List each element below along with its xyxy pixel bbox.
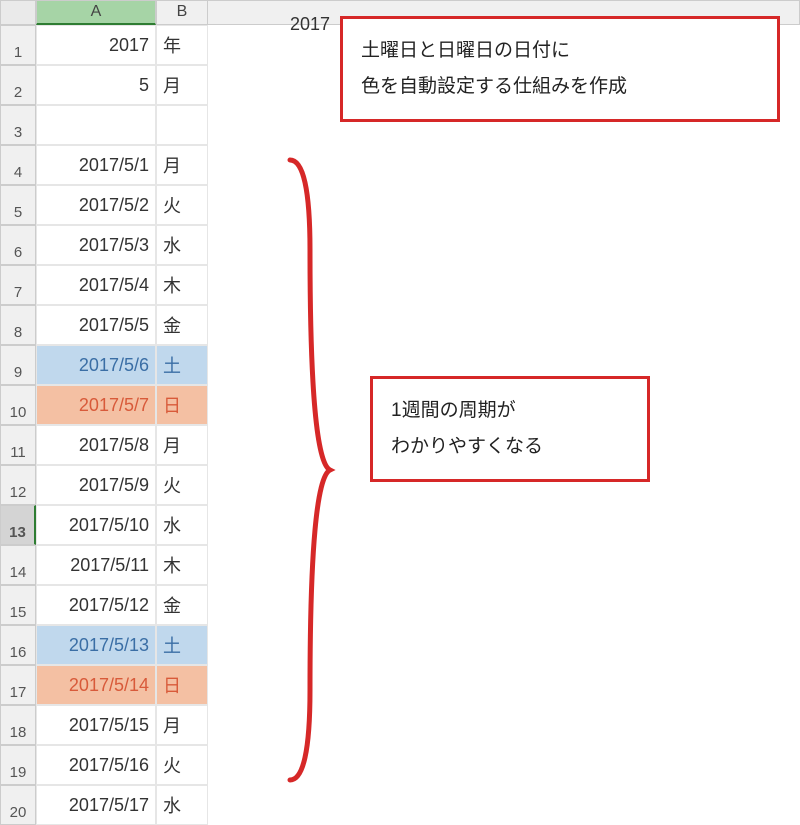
cell-b-20[interactable]: 水	[156, 785, 208, 825]
cell-b-18[interactable]: 月	[156, 705, 208, 745]
cell-a-6[interactable]: 2017/5/3	[36, 225, 156, 265]
row-header-7[interactable]: 7	[0, 265, 36, 305]
cell-rest-5[interactable]	[208, 185, 800, 225]
cell-b-3[interactable]	[156, 105, 208, 145]
cell-rest-8[interactable]	[208, 305, 800, 345]
cell-a-18[interactable]: 2017/5/15	[36, 705, 156, 745]
annotation-1-line-1: 土曜日と日曜日の日付に	[361, 33, 759, 69]
cell-b-6[interactable]: 水	[156, 225, 208, 265]
cell-rest-18[interactable]	[208, 705, 800, 745]
row-header-18[interactable]: 18	[0, 705, 36, 745]
cell-b-12[interactable]: 火	[156, 465, 208, 505]
cell-a-3[interactable]	[36, 105, 156, 145]
cell-a-17[interactable]: 2017/5/14	[36, 665, 156, 705]
row-header-17[interactable]: 17	[0, 665, 36, 705]
cell-b-16[interactable]: 土	[156, 625, 208, 665]
cell-b-14[interactable]: 木	[156, 545, 208, 585]
row-header-20[interactable]: 20	[0, 785, 36, 825]
row-header-10[interactable]: 10	[0, 385, 36, 425]
annotation-box-2: 1週間の周期が わかりやすくなる	[370, 376, 650, 482]
cell-a-15[interactable]: 2017/5/12	[36, 585, 156, 625]
cell-b-13[interactable]: 水	[156, 505, 208, 545]
cell-rest-4[interactable]	[208, 145, 800, 185]
cell-rest-19[interactable]	[208, 745, 800, 785]
col-header-b[interactable]: B	[156, 0, 208, 25]
cell-a-19[interactable]: 2017/5/16	[36, 745, 156, 785]
cell-b-11[interactable]: 月	[156, 425, 208, 465]
annotation-box-1: 土曜日と日曜日の日付に 色を自動設定する仕組みを作成	[340, 16, 780, 122]
row-header-1[interactable]: 1	[0, 25, 36, 65]
cell-rest-16[interactable]	[208, 625, 800, 665]
cell-rest-6[interactable]	[208, 225, 800, 265]
row-header-12[interactable]: 12	[0, 465, 36, 505]
row-header-13[interactable]: 13	[0, 505, 36, 545]
row-header-3[interactable]: 3	[0, 105, 36, 145]
cell-a-20[interactable]: 2017/5/17	[36, 785, 156, 825]
row-header-11[interactable]: 11	[0, 425, 36, 465]
row-header-16[interactable]: 16	[0, 625, 36, 665]
annotation-2-line-1: 1週間の周期が	[391, 393, 629, 429]
cell-a-14[interactable]: 2017/5/11	[36, 545, 156, 585]
cell-a-4[interactable]: 2017/5/1	[36, 145, 156, 185]
cell-a-11[interactable]: 2017/5/8	[36, 425, 156, 465]
col-header-a[interactable]: A	[36, 0, 156, 25]
cell-rest-7[interactable]	[208, 265, 800, 305]
row-header-2[interactable]: 2	[0, 65, 36, 105]
row-header-9[interactable]: 9	[0, 345, 36, 385]
row-header-8[interactable]: 8	[0, 305, 36, 345]
cell-b-15[interactable]: 金	[156, 585, 208, 625]
cell-b-8[interactable]: 金	[156, 305, 208, 345]
cell-a-10[interactable]: 2017/5/7	[36, 385, 156, 425]
cell-a-2[interactable]: 5	[36, 65, 156, 105]
row-header-6[interactable]: 6	[0, 225, 36, 265]
cell-a-13[interactable]: 2017/5/10	[36, 505, 156, 545]
cell-b-7[interactable]: 木	[156, 265, 208, 305]
row-header-19[interactable]: 19	[0, 745, 36, 785]
row-header-4[interactable]: 4	[0, 145, 36, 185]
cell-b-19[interactable]: 火	[156, 745, 208, 785]
cell-rest-15[interactable]	[208, 585, 800, 625]
cell-a-16[interactable]: 2017/5/13	[36, 625, 156, 665]
cell-b-17[interactable]: 日	[156, 665, 208, 705]
cell-a-7[interactable]: 2017/5/4	[36, 265, 156, 305]
annotation-2-line-2: わかりやすくなる	[391, 429, 629, 465]
row-header-14[interactable]: 14	[0, 545, 36, 585]
row-header-5[interactable]: 5	[0, 185, 36, 225]
cell-a-9[interactable]: 2017/5/6	[36, 345, 156, 385]
cell-rest-13[interactable]	[208, 505, 800, 545]
cell-a-8[interactable]: 2017/5/5	[36, 305, 156, 345]
corner-cell[interactable]	[0, 0, 36, 25]
cell-b-1[interactable]: 年	[156, 25, 208, 65]
cell-rest-17[interactable]	[208, 665, 800, 705]
annotation-1-line-2: 色を自動設定する仕組みを作成	[361, 69, 759, 105]
cell-a-5[interactable]: 2017/5/2	[36, 185, 156, 225]
cell-rest-14[interactable]	[208, 545, 800, 585]
partial-value-c1: 2017	[290, 14, 330, 35]
cell-b-2[interactable]: 月	[156, 65, 208, 105]
cell-b-5[interactable]: 火	[156, 185, 208, 225]
cell-a-1[interactable]: 2017	[36, 25, 156, 65]
row-header-15[interactable]: 15	[0, 585, 36, 625]
cell-rest-20[interactable]	[208, 785, 800, 825]
cell-b-9[interactable]: 土	[156, 345, 208, 385]
cell-b-4[interactable]: 月	[156, 145, 208, 185]
cell-b-10[interactable]: 日	[156, 385, 208, 425]
cell-a-12[interactable]: 2017/5/9	[36, 465, 156, 505]
